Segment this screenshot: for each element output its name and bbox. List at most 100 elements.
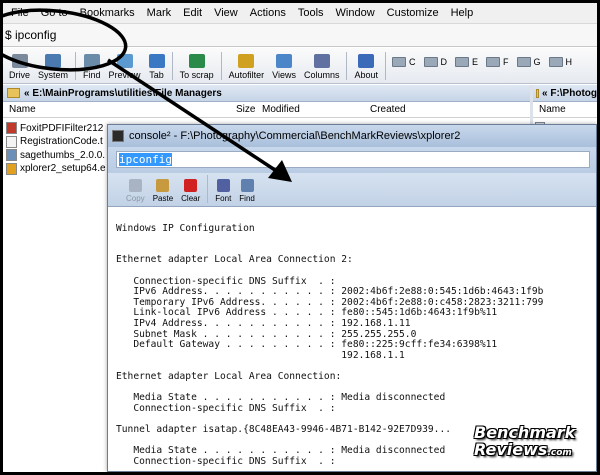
folder-icon bbox=[536, 88, 539, 98]
console-output-line: IPv4 Address. . . . . . . . . . . : 192.… bbox=[116, 317, 411, 329]
toolbar-separator bbox=[385, 52, 387, 80]
drive-e-button[interactable]: E bbox=[452, 49, 483, 83]
drive-f-button[interactable]: F bbox=[483, 49, 514, 83]
drive-icon bbox=[392, 56, 407, 67]
console-tool-label: Paste bbox=[152, 194, 174, 203]
toolbar-button-label: To scrap bbox=[179, 70, 214, 80]
console-titlebar[interactable]: console² - F:\Photography\Commercial\Ben… bbox=[108, 125, 596, 147]
views-icon bbox=[276, 54, 293, 68]
menu-mark[interactable]: Mark bbox=[141, 7, 177, 19]
right-pane-path[interactable]: « F:\Photog bbox=[533, 85, 597, 102]
menu-help[interactable]: Help bbox=[445, 7, 480, 19]
toolbar-autofilter-button[interactable]: Autofilter bbox=[225, 49, 269, 83]
watermark-line1: Benchmark bbox=[474, 423, 576, 442]
left-pane-path[interactable]: « E:\MainPrograms\utilities\File Manager… bbox=[3, 85, 530, 102]
drive-icon bbox=[423, 56, 438, 67]
console-paste-button[interactable]: Paste bbox=[149, 179, 177, 206]
toolbar-preview-button[interactable]: Preview bbox=[105, 49, 145, 83]
right-column-name[interactable]: Name bbox=[539, 104, 566, 115]
console-find-button[interactable]: Find bbox=[235, 179, 259, 206]
paste-icon bbox=[156, 179, 170, 192]
console-clear-button[interactable]: Clear bbox=[177, 179, 204, 206]
file-row[interactable]: FoxitPDFIFilter212 bbox=[6, 121, 103, 135]
toolbar-button-label: About bbox=[354, 70, 379, 80]
file-icon bbox=[6, 122, 17, 134]
command-text[interactable]: $ ipconfig bbox=[5, 28, 56, 42]
drive-h-button[interactable]: H bbox=[546, 49, 578, 83]
watermark-line2: Reviews.com bbox=[474, 441, 584, 462]
drive-label: F bbox=[503, 56, 509, 67]
toolbar-tab-button[interactable]: Tab bbox=[145, 49, 169, 83]
menu-window[interactable]: Window bbox=[330, 7, 381, 19]
menu-customize[interactable]: Customize bbox=[381, 7, 445, 19]
menu-actions[interactable]: Actions bbox=[244, 7, 292, 19]
find-icon bbox=[83, 54, 100, 68]
drive-label: G bbox=[533, 56, 541, 67]
menu-edit[interactable]: Edit bbox=[177, 7, 208, 19]
toolbar-system-button[interactable]: System bbox=[34, 49, 72, 83]
drive-icon bbox=[486, 56, 501, 67]
menu-view[interactable]: View bbox=[208, 7, 244, 19]
scrap-icon bbox=[188, 54, 205, 68]
menu-bar: File Go to Bookmarks Mark Edit View Actions Too… bbox=[3, 3, 597, 23]
file-icon bbox=[6, 162, 17, 175]
preview-icon bbox=[116, 54, 133, 68]
console-output-line: 192.168.1.1 bbox=[116, 349, 405, 361]
console-font-button[interactable]: Font bbox=[211, 179, 235, 206]
console-toolbar: Copy Paste Clear Font Find bbox=[108, 173, 596, 207]
command-bar[interactable]: $ ipconfig bbox=[3, 23, 597, 47]
watermark-suffix: .com bbox=[547, 448, 572, 458]
console-input-bar: ipconfig bbox=[108, 147, 596, 173]
toolbar-to-scrap-button[interactable]: To scrap bbox=[176, 49, 218, 83]
drive-label: H bbox=[565, 56, 573, 67]
console-tool-label: Copy bbox=[126, 194, 145, 203]
menu-tools[interactable]: Tools bbox=[292, 7, 330, 19]
column-created[interactable]: Created bbox=[370, 104, 406, 115]
copy-icon bbox=[128, 179, 142, 192]
left-pane-column-headers: Name Size Modified Created bbox=[3, 102, 530, 118]
drive-d-button[interactable]: D bbox=[421, 49, 453, 83]
file-icon bbox=[6, 149, 17, 161]
menu-bookmarks[interactable]: Bookmarks bbox=[74, 7, 141, 19]
console-input-text: ipconfig bbox=[119, 153, 172, 166]
toolbar-find-button[interactable]: Find bbox=[79, 49, 105, 83]
drive-g-button[interactable]: G bbox=[514, 49, 546, 83]
toolbar-button-label: Views bbox=[272, 70, 296, 80]
console-copy-button: Copy bbox=[122, 179, 149, 206]
column-modified[interactable]: Modified bbox=[262, 104, 300, 115]
toolbar-button-label: Drive bbox=[9, 70, 31, 80]
toolbar-columns-button[interactable]: Columns bbox=[300, 49, 344, 83]
file-name: xplorer2_setup64.e bbox=[20, 163, 106, 174]
watermark-line2-text: Reviews bbox=[474, 440, 548, 459]
drive-c-button[interactable]: C bbox=[389, 49, 421, 83]
console-output-line: Connection-specific DNS Suffix . : bbox=[116, 402, 336, 414]
file-row[interactable]: xplorer2_setup64.e bbox=[6, 162, 106, 176]
console-output-line: Windows IP Configuration bbox=[116, 222, 255, 234]
left-pane-path-text: « E:\MainPrograms\utilities\File Manager… bbox=[24, 87, 222, 99]
file-row[interactable]: RegistrationCode.t bbox=[6, 135, 103, 149]
toolbar-drive-button[interactable]: Drive bbox=[5, 49, 34, 83]
drive-label: D bbox=[440, 56, 448, 67]
toolbar-about-button[interactable]: About bbox=[350, 49, 382, 83]
console-tool-label: Find bbox=[239, 194, 255, 203]
column-name[interactable]: Name bbox=[9, 104, 36, 115]
console-app-icon bbox=[112, 130, 124, 142]
menu-file[interactable]: File bbox=[5, 7, 35, 19]
column-size[interactable]: Size bbox=[236, 104, 255, 115]
toolbar-button-label: Columns bbox=[303, 70, 340, 80]
menu-go-to[interactable]: Go to bbox=[35, 7, 74, 19]
console-input[interactable]: ipconfig bbox=[116, 151, 590, 168]
console-tool-label: Clear bbox=[181, 194, 201, 203]
toolbar-button-label: Autofilter bbox=[228, 70, 265, 80]
drive-icon bbox=[11, 54, 28, 68]
console-output-line: Ethernet adapter Local Area Connection 2… bbox=[116, 254, 353, 266]
toolbar-button-label: Tab bbox=[149, 70, 164, 80]
drive-icon bbox=[455, 56, 470, 67]
font-icon bbox=[216, 179, 230, 192]
console-toolbar-separator bbox=[207, 175, 209, 203]
file-row[interactable]: sagethumbs_2.0.0. bbox=[6, 148, 105, 162]
toolbar-views-button[interactable]: Views bbox=[268, 49, 300, 83]
toolbar: Drive System Find Preview Tab To scrap Autofil… bbox=[3, 48, 597, 84]
